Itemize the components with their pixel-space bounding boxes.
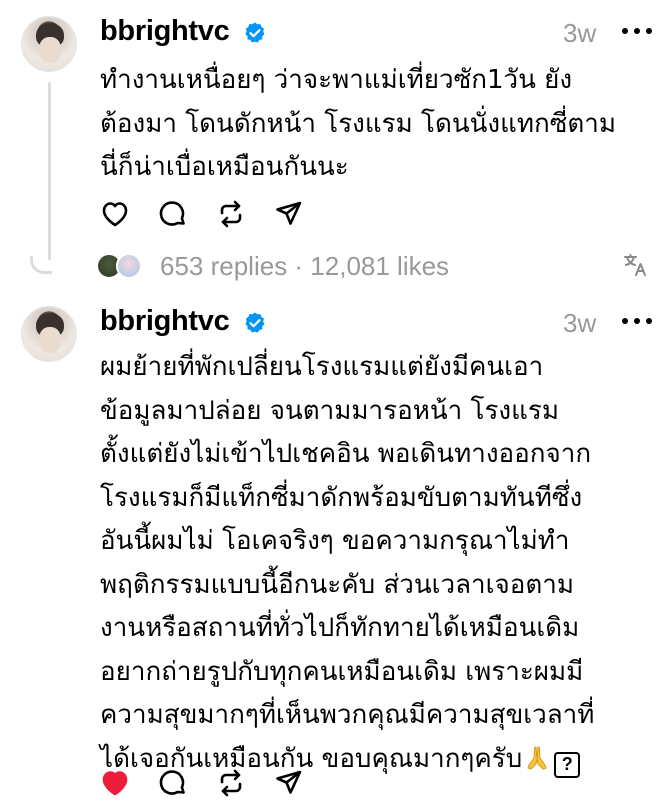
username[interactable]: bbrightvc bbox=[100, 15, 230, 48]
unknown-character-box: ? bbox=[554, 751, 581, 778]
replies-likes-count[interactable]: 653 replies · 12,081 likes bbox=[160, 251, 449, 282]
post-text-line: โรงแรมก็มีแท็กซี่มาดักพร้อมขับตามทันทีซึ… bbox=[100, 482, 583, 513]
post-text-line: ความสุขมากๆที่เห็นพวกคุณมีความสุขเวลาที่ bbox=[100, 700, 595, 730]
post-text-line: อันนี้ผมไม่ โอเคจริงๆ ขอความกรุณาไม่ทำ bbox=[100, 526, 570, 556]
post-text-line: นี่ก็น่าเบื่อเหมือนกันนะ bbox=[100, 152, 349, 182]
post-text-line: ผมย้ายที่พักเปลี่ยนโรงแรมแต่ยังมีคนเอา bbox=[100, 352, 544, 382]
post-stats: 653 replies · 12,081 likes bbox=[96, 250, 656, 282]
replier-avatar bbox=[116, 253, 142, 279]
post-text: ผมย้ายที่พักเปลี่ยนโรงแรมแต่ยังมีคนเอา ข… bbox=[100, 346, 660, 781]
repost-icon[interactable] bbox=[216, 199, 246, 229]
post-text-line: พฤติกรรมแบบนี้อีกนะคับ ส่วนเวลาเจอตาม bbox=[100, 569, 574, 600]
repost-icon[interactable] bbox=[216, 768, 246, 798]
post-text-line: ต้องมา โดนดักหน้า โรงแรม โดนนั่งแทกซี่ตา… bbox=[100, 108, 616, 139]
heart-icon[interactable] bbox=[100, 199, 130, 229]
username[interactable]: bbrightvc bbox=[100, 305, 230, 338]
post-text-line: ข้อมูลมาปล่อย จนตามมารอหน้า โรงแรม bbox=[100, 395, 559, 426]
avatar[interactable] bbox=[21, 306, 77, 362]
thread-post: bbrightvc 3w ทำงานเหนื่อยๆ ว่าจะพาแม่เที… bbox=[0, 0, 672, 296]
post-text-line: งานหรือสถานที่ทั่วไปก็ทักทายได้เหมือนเดิ… bbox=[100, 613, 580, 643]
post-time: 3w bbox=[563, 18, 597, 48]
thread-line-end bbox=[30, 256, 52, 274]
avatar[interactable] bbox=[21, 16, 77, 72]
comment-icon[interactable] bbox=[158, 768, 188, 798]
verified-badge-icon bbox=[245, 312, 265, 333]
post-actions bbox=[100, 768, 320, 798]
share-icon[interactable] bbox=[274, 768, 304, 798]
post-time: 3w bbox=[563, 308, 597, 338]
more-icon[interactable] bbox=[622, 318, 652, 328]
post-text-line: ตั้งแต่ยังไม่เข้าไปเชคอิน พอเดินทางออกจา… bbox=[100, 439, 592, 469]
thread-post: bbrightvc 3w ผมย้ายที่พักเปลี่ยนโรงแรมแต… bbox=[0, 296, 672, 800]
heart-icon[interactable] bbox=[100, 768, 130, 798]
post-actions bbox=[100, 199, 320, 229]
share-icon[interactable] bbox=[274, 199, 304, 229]
post-text: ทำงานเหนื่อยๆ ว่าจะพาแม่เที่ยวซัก1วัน ยั… bbox=[100, 59, 660, 190]
thread-line bbox=[48, 82, 51, 260]
verified-badge-icon bbox=[245, 22, 265, 43]
post-text-line: ทำงานเหนื่อยๆ ว่าจะพาแม่เที่ยวซัก1วัน ยั… bbox=[100, 65, 573, 95]
more-icon[interactable] bbox=[622, 28, 652, 38]
post-text-line: อยากถ่ายรูปกับทุกคนเหมือนเดิม เพราะผมมี bbox=[100, 656, 584, 687]
praying-hands-emoji bbox=[524, 742, 550, 770]
comment-icon[interactable] bbox=[158, 199, 188, 229]
translate-icon[interactable] bbox=[623, 252, 649, 278]
